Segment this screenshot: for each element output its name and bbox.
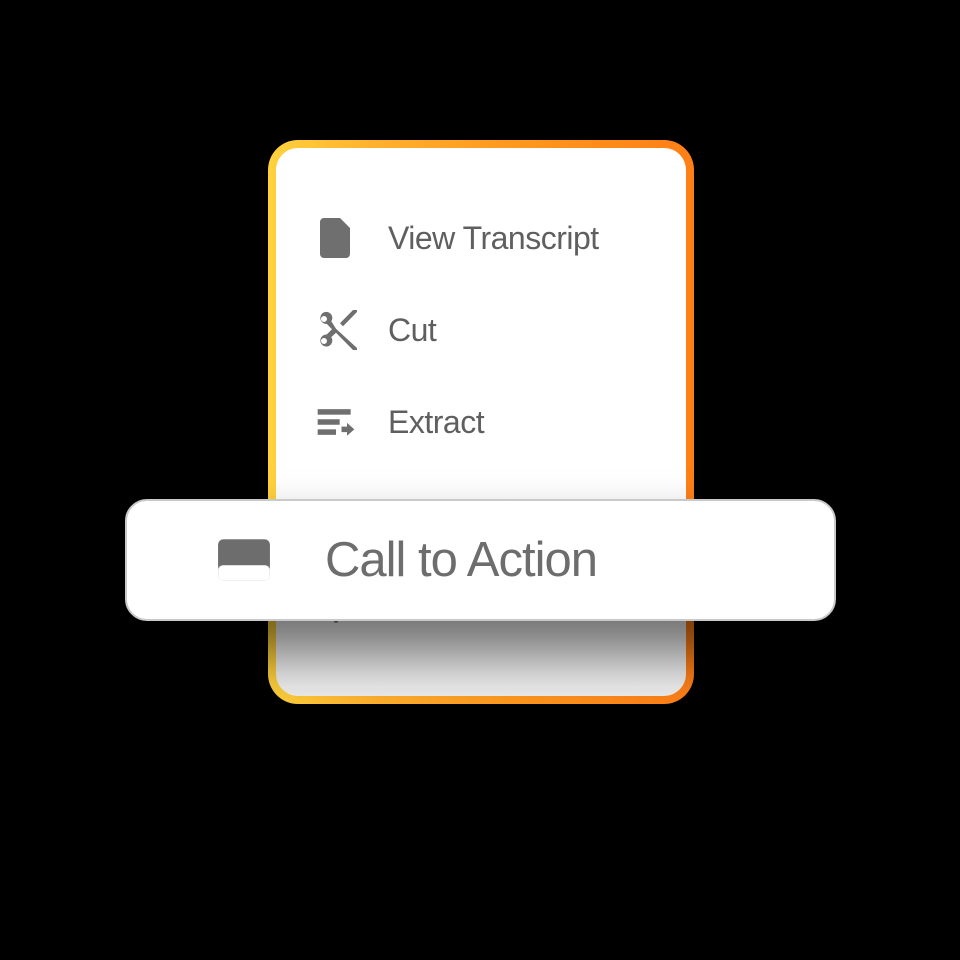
menu-item-label: View Transcript	[388, 220, 599, 257]
extract-icon	[312, 398, 360, 446]
menu-item-view-transcript[interactable]: View Transcript	[306, 192, 656, 284]
scissors-icon	[312, 306, 360, 354]
menu-item-label: Call to Action	[325, 532, 597, 588]
menu-item-call-to-action[interactable]: Call to Action	[125, 499, 836, 621]
menu-item-extract[interactable]: Extract	[306, 376, 656, 468]
document-icon	[312, 214, 360, 262]
menu-item-label: Cut	[388, 312, 436, 349]
menu-item-cut[interactable]: Cut	[306, 284, 656, 376]
cta-banner-icon	[213, 529, 275, 591]
stage: View Transcript Cut	[0, 0, 960, 960]
menu-item-label: Extract	[388, 404, 484, 441]
